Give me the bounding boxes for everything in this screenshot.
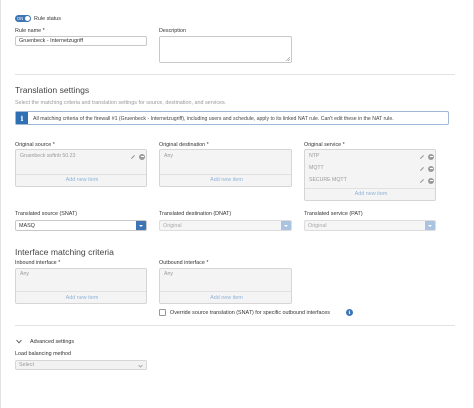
description-textarea[interactable] [159,36,292,63]
rule-name-value: Gruenbeck - Internetzugriff [19,38,84,44]
add-new-item-link[interactable]: Add new item [16,177,148,183]
original-source-label: Original source * [15,142,55,148]
chevron-down-icon[interactable] [136,221,146,230]
info-banner: i All matching criteria of the firewall … [15,111,449,125]
original-service-label: Original service * [304,142,345,148]
nat-rule-form: ON Rule status Rule name * Gruenbeck - I… [0,0,474,408]
chevron-down-icon[interactable] [138,364,143,368]
chevron-down-icon[interactable] [281,221,291,230]
chevron-down-icon[interactable] [16,339,22,344]
rule-name-label: Rule name * [15,28,45,34]
rule-status-label: Rule status [34,16,61,22]
edit-icon[interactable] [419,154,425,160]
translated-source-label: Translated source (SNAT) [15,211,78,217]
info-text: All matching criteria of the firewall #1… [33,115,394,122]
add-new-item-link[interactable]: Add new item [305,191,437,197]
translated-service-label: Translated service (PAT) [304,211,363,217]
toggle-state-label: ON [17,15,24,21]
any-placeholder: Any [20,271,29,277]
toggle-knob [25,16,30,21]
load-balancing-label: Load balancing method [15,351,72,357]
list-divider [305,188,435,189]
section-divider [15,325,455,326]
original-service-list: NTP MQTT SECURE MQTT Add new item [304,149,436,201]
edit-icon[interactable] [130,154,136,160]
list-item: NTP [309,153,320,159]
list-divider [160,291,291,292]
list-item: SECURE MQTT [309,177,347,183]
interface-criteria-title: Interface matching criteria [15,247,114,257]
original-source-list: Gruenbeck softnb 50.23 Add new item [15,149,147,187]
inbound-interface-list: Any Add new item [15,268,147,304]
resize-handle-icon[interactable] [286,57,290,61]
chevron-down-icon[interactable] [425,221,435,230]
remove-icon[interactable] [428,165,434,172]
add-new-item-link[interactable]: Add new item [160,177,293,183]
translated-destination-value: Original [163,222,182,229]
override-snat-label: Override source translation (SNAT) for s… [170,310,330,316]
original-destination-label: Original destination * [159,142,209,148]
section-divider [15,74,455,75]
rule-status-toggle[interactable]: ON [15,15,31,22]
advanced-settings-toggle[interactable]: Advanced settings [30,339,74,345]
remove-icon[interactable] [428,177,434,184]
rule-name-input[interactable]: Gruenbeck - Internetzugriff [15,36,147,46]
edit-icon[interactable] [419,178,425,184]
translated-destination-label: Translated destination (DNAT) [159,211,232,217]
any-placeholder: Any [164,271,173,277]
translation-settings-subtitle: Select the matching criteria and transla… [15,100,227,106]
remove-icon[interactable] [428,153,434,160]
translated-service-select[interactable]: Original [304,220,436,231]
translated-destination-select[interactable]: Original [159,220,292,231]
list-divider [16,291,146,292]
edit-icon[interactable] [419,166,425,172]
info-icon: i [16,112,28,124]
list-divider [160,174,291,175]
translated-service-value: Original [308,222,327,229]
override-snat-checkbox[interactable] [159,309,166,316]
info-icon[interactable]: i [346,309,353,316]
outbound-interface-label: Outbound interface * [159,260,209,266]
load-balancing-select[interactable]: Select [15,360,147,370]
load-balancing-value: Select [19,362,34,368]
description-label: Description [159,28,186,34]
list-item: MQTT [309,165,324,171]
translated-source-select[interactable]: MASQ [15,220,147,231]
original-destination-list: Any Add new item [159,149,292,187]
translated-source-value: MASQ [19,222,35,229]
list-item: Gruenbeck softnb 50.23 [20,153,76,159]
list-divider [16,174,146,175]
outbound-interface-list: Any Add new item [159,268,292,304]
add-new-item-link[interactable]: Add new item [160,295,293,301]
remove-icon[interactable] [139,153,145,160]
add-new-item-link[interactable]: Add new item [16,295,148,301]
inbound-interface-label: Inbound interface * [15,260,61,266]
translation-settings-title: Translation settings [15,85,90,95]
any-placeholder: Any [164,153,173,159]
